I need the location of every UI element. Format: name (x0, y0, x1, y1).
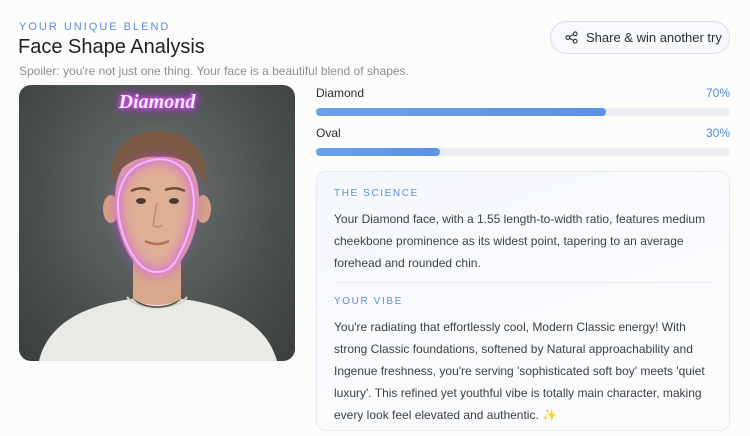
share-icon (565, 31, 578, 44)
progress-fill (316, 148, 441, 156)
face-photo: Diamond (19, 85, 295, 361)
share-button-label: Share & win another try (586, 30, 722, 45)
blend-bar-oval: Oval 30% (316, 126, 730, 156)
blend-bar-diamond: Diamond 70% (316, 86, 730, 116)
blend-percent: 30% (705, 126, 730, 140)
progress-fill (316, 108, 606, 116)
science-label: THE SCIENCE (334, 188, 419, 199)
vibe-text: You're radiating that effortlessly cool,… (334, 320, 705, 422)
face-shape-card: YOUR UNIQUE BLEND Face Shape Analysis Sp… (0, 0, 750, 436)
vibe-label: YOUR VIBE (334, 296, 403, 307)
eyebrow-label: YOUR UNIQUE BLEND (19, 21, 171, 33)
face-illustration (39, 130, 277, 361)
science-text: Your Diamond face, with a 1.55 length-to… (334, 212, 706, 270)
blend-name: Oval (316, 126, 341, 140)
progress-track (316, 108, 730, 116)
progress-track (316, 148, 730, 156)
section-divider (334, 282, 714, 283)
insights-panel: THE SCIENCE Your Diamond face, with a 1.… (316, 171, 730, 431)
face-shape-overlay-label: Diamond (118, 91, 196, 113)
page-subtitle: Spoiler: you're not just one thing. Your… (19, 64, 409, 78)
page-title: Face Shape Analysis (18, 36, 205, 58)
share-button[interactable]: Share & win another try (550, 21, 730, 54)
blend-name: Diamond (316, 86, 365, 100)
blend-percent: 70% (705, 86, 730, 100)
